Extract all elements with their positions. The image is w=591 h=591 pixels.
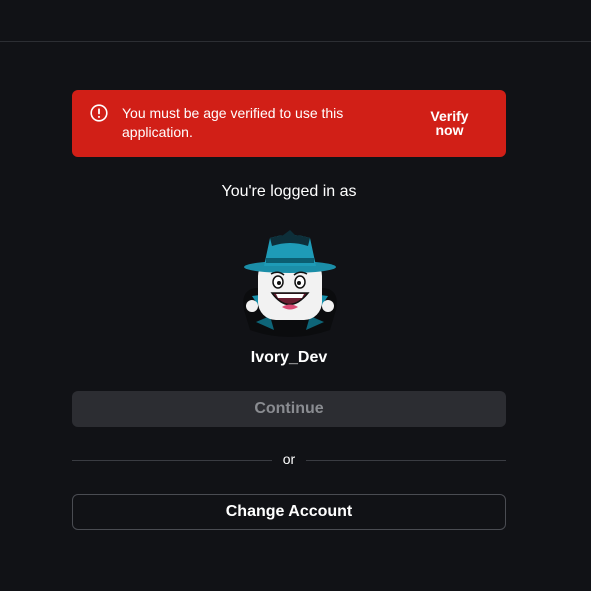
or-divider-label: or	[282, 451, 296, 467]
alert-circle-icon	[90, 104, 108, 122]
divider-line-left	[72, 460, 272, 461]
logged-in-label: You're logged in as	[221, 183, 357, 200]
top-divider	[0, 41, 591, 42]
divider-line-right	[306, 460, 506, 461]
avatar-image	[243, 230, 337, 337]
change-account-button[interactable]: Change Account	[72, 494, 506, 530]
alert-message: You must be age verified to use this app…	[122, 105, 344, 140]
verify-now-button[interactable]: Verify now	[412, 109, 487, 137]
age-verification-alert: You must be age verified to use this app…	[72, 90, 506, 157]
continue-button[interactable]: Continue	[72, 391, 506, 427]
login-page: You must be age verified to use this app…	[0, 0, 591, 591]
username: Ivory_Dev	[250, 349, 328, 366]
